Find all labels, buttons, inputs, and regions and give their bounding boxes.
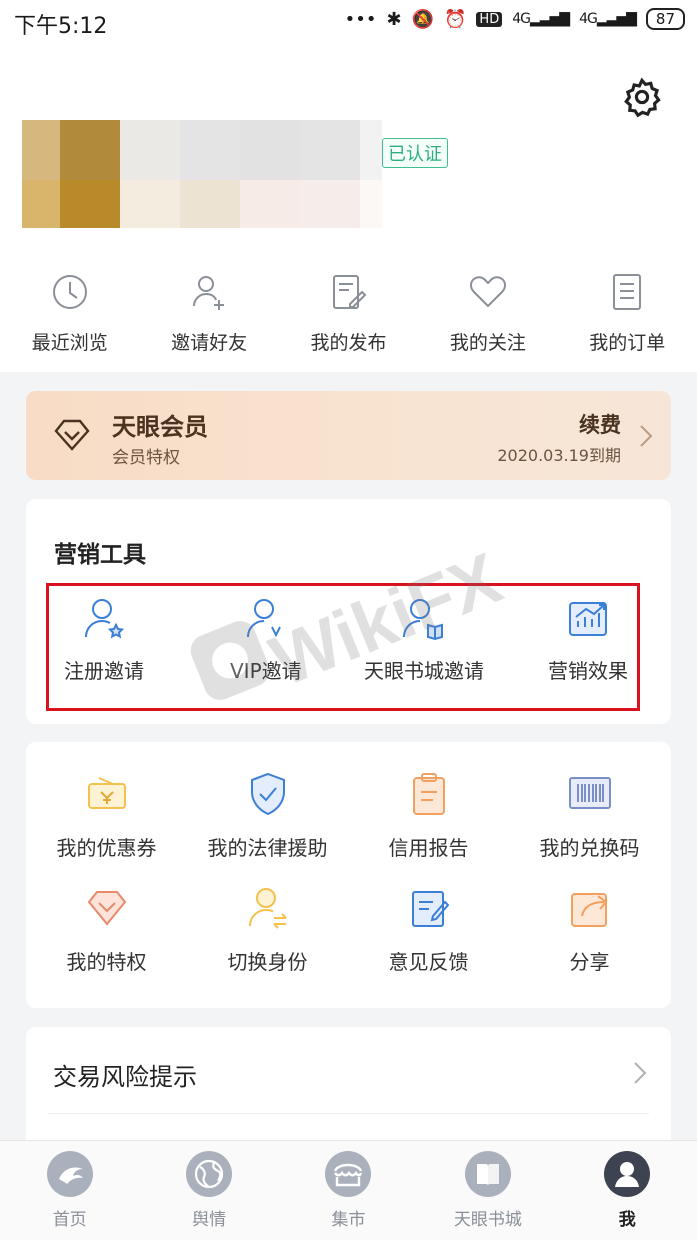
status-bar: 下午5:12 ••• ✱ 🔕 ⏰ HD 4G▂▃▅▇ 4G▂▃▅▇ 87 — [0, 0, 697, 44]
tab-home[interactable]: 首页 — [0, 1141, 139, 1240]
diamond-icon — [87, 891, 126, 926]
service-legal-label: 我的法律援助 — [207, 836, 328, 860]
service-credit-report[interactable]: 信用报告 — [348, 770, 509, 861]
bluetooth-icon: ✱ — [386, 8, 402, 30]
user-vip-icon — [246, 599, 281, 638]
services-card: 我的优惠券 我的法律援助 信用报告 我的兑换码 我的特权 切换身份 意见反馈 分… — [26, 742, 671, 1008]
membership-title: 天眼会员 — [112, 413, 208, 441]
quick-invite-label: 邀请好友 — [171, 332, 248, 354]
clipboard-icon — [412, 773, 445, 815]
service-share-label: 分享 — [569, 950, 610, 974]
tab-me[interactable]: 我 — [558, 1141, 697, 1240]
service-feedback[interactable]: 意见反馈 — [348, 884, 509, 975]
clock-icon — [52, 275, 87, 309]
divider — [48, 1113, 649, 1114]
profile-header: 下午5:12 ••• ✱ 🔕 ⏰ HD 4G▂▃▅▇ 4G▂▃▅▇ 87 已认证… — [0, 0, 697, 372]
user-star-icon — [85, 599, 125, 639]
tool-vip-invite[interactable]: VIP邀请 — [230, 595, 302, 684]
edit-doc-icon — [333, 275, 367, 309]
add-user-icon — [193, 276, 225, 310]
status-time: 下午5:12 — [14, 14, 108, 39]
service-coupon-label: 我的优惠券 — [56, 836, 157, 860]
user-icon — [604, 1151, 651, 1197]
marketing-title: 营销工具 — [54, 542, 146, 568]
service-privilege-label: 我的特权 — [66, 950, 147, 974]
membership-subtitle: 会员特权 — [112, 448, 180, 468]
quick-actions: 最近浏览 邀请好友 我的发布 我的关注 我的订单 — [0, 270, 697, 355]
alarm-icon: ⏰ — [444, 8, 467, 30]
tab-bookstore[interactable]: 天眼书城 — [418, 1141, 557, 1240]
chevron-right-icon — [634, 1062, 647, 1084]
switch-user-icon — [248, 888, 287, 929]
quick-publish[interactable]: 我的发布 — [279, 270, 418, 355]
user-book-icon — [403, 599, 443, 641]
tool-bookstore-invite[interactable]: 天眼书城邀请 — [364, 595, 484, 684]
service-redeem-code[interactable]: 我的兑换码 — [509, 770, 670, 861]
tool-register-invite-label: 注册邀请 — [64, 659, 144, 683]
risk-notice-label: 交易风险提示 — [53, 1063, 197, 1091]
membership-banner[interactable]: 天眼会员 会员特权 续费 2020.03.19到期 — [26, 391, 671, 480]
tool-vip-invite-label: VIP邀请 — [230, 659, 302, 683]
status-icons: ••• ✱ 🔕 ⏰ HD 4G▂▃▅▇ 4G▂▃▅▇ 87 — [345, 8, 685, 30]
quick-follow-label: 我的关注 — [449, 332, 526, 354]
chart-growth-icon — [569, 602, 607, 636]
battery-icon: 87 — [645, 8, 685, 30]
quick-publish-label: 我的发布 — [310, 332, 387, 354]
signal-icon-1: 4G▂▃▅▇ — [512, 11, 570, 27]
tab-sentiment-label: 舆情 — [192, 1210, 227, 1230]
quick-invite[interactable]: 邀请好友 — [139, 270, 278, 355]
tool-register-invite[interactable]: 注册邀请 — [64, 595, 144, 684]
heart-icon — [469, 276, 506, 308]
signal-icon-2: 4G▂▃▅▇ — [579, 11, 637, 27]
quick-recent[interactable]: 最近浏览 — [0, 270, 139, 355]
share-icon — [570, 893, 607, 927]
eagle-icon — [46, 1151, 93, 1197]
feedback-icon — [411, 891, 449, 927]
service-switch-identity[interactable]: 切换身份 — [187, 884, 348, 975]
tab-sentiment[interactable]: 舆情 — [139, 1141, 278, 1240]
quick-orders-label: 我的订单 — [589, 332, 666, 354]
tab-bookstore-label: 天眼书城 — [453, 1210, 522, 1230]
quick-orders[interactable]: 我的订单 — [558, 270, 697, 355]
book-icon — [464, 1151, 511, 1197]
tab-market-label: 集市 — [331, 1210, 366, 1230]
shield-check-icon — [250, 772, 285, 816]
tab-home-label: 首页 — [52, 1210, 87, 1230]
coupon-icon — [87, 777, 126, 809]
service-share[interactable]: 分享 — [509, 884, 670, 975]
service-privilege[interactable]: 我的特权 — [26, 884, 187, 975]
verified-badge: 已认证 — [382, 138, 448, 168]
tool-bookstore-invite-label: 天眼书城邀请 — [364, 659, 484, 683]
avatar-name-mosaic — [22, 120, 382, 228]
service-redeem-code-label: 我的兑换码 — [539, 836, 640, 860]
tool-marketing-effect[interactable]: 营销效果 — [548, 595, 628, 684]
marketing-tools-card: 营销工具 注册邀请 VIP邀请 天眼书城邀请 营销效果 — [26, 499, 671, 724]
quick-follow[interactable]: 我的关注 — [418, 270, 557, 355]
chevron-right-icon — [640, 425, 653, 447]
service-legal[interactable]: 我的法律援助 — [187, 770, 348, 861]
service-switch-identity-label: 切换身份 — [227, 950, 308, 974]
quick-recent-label: 最近浏览 — [31, 332, 108, 354]
service-coupon[interactable]: 我的优惠券 — [26, 770, 187, 861]
service-credit-report-label: 信用报告 — [388, 836, 469, 860]
silent-bell-icon: 🔕 — [411, 8, 434, 30]
order-doc-icon — [613, 274, 642, 310]
market-icon — [325, 1151, 372, 1197]
tab-market[interactable]: 集市 — [279, 1141, 418, 1240]
bottom-tab-bar: 首页 舆情 集市 天眼书城 我 — [0, 1140, 697, 1240]
barcode-icon — [568, 777, 611, 809]
tool-marketing-effect-label: 营销效果 — [548, 659, 628, 683]
diamond-icon — [54, 419, 90, 451]
hd-icon: HD — [476, 11, 503, 27]
gear-icon[interactable] — [621, 76, 663, 118]
tab-me-label: 我 — [618, 1210, 636, 1230]
more-dots-icon: ••• — [344, 8, 377, 30]
membership-expiry: 2020.03.19到期 — [497, 446, 621, 465]
service-feedback-label: 意见反馈 — [388, 950, 469, 974]
renew-button[interactable]: 续费 — [579, 409, 621, 439]
globe-icon — [186, 1151, 233, 1197]
